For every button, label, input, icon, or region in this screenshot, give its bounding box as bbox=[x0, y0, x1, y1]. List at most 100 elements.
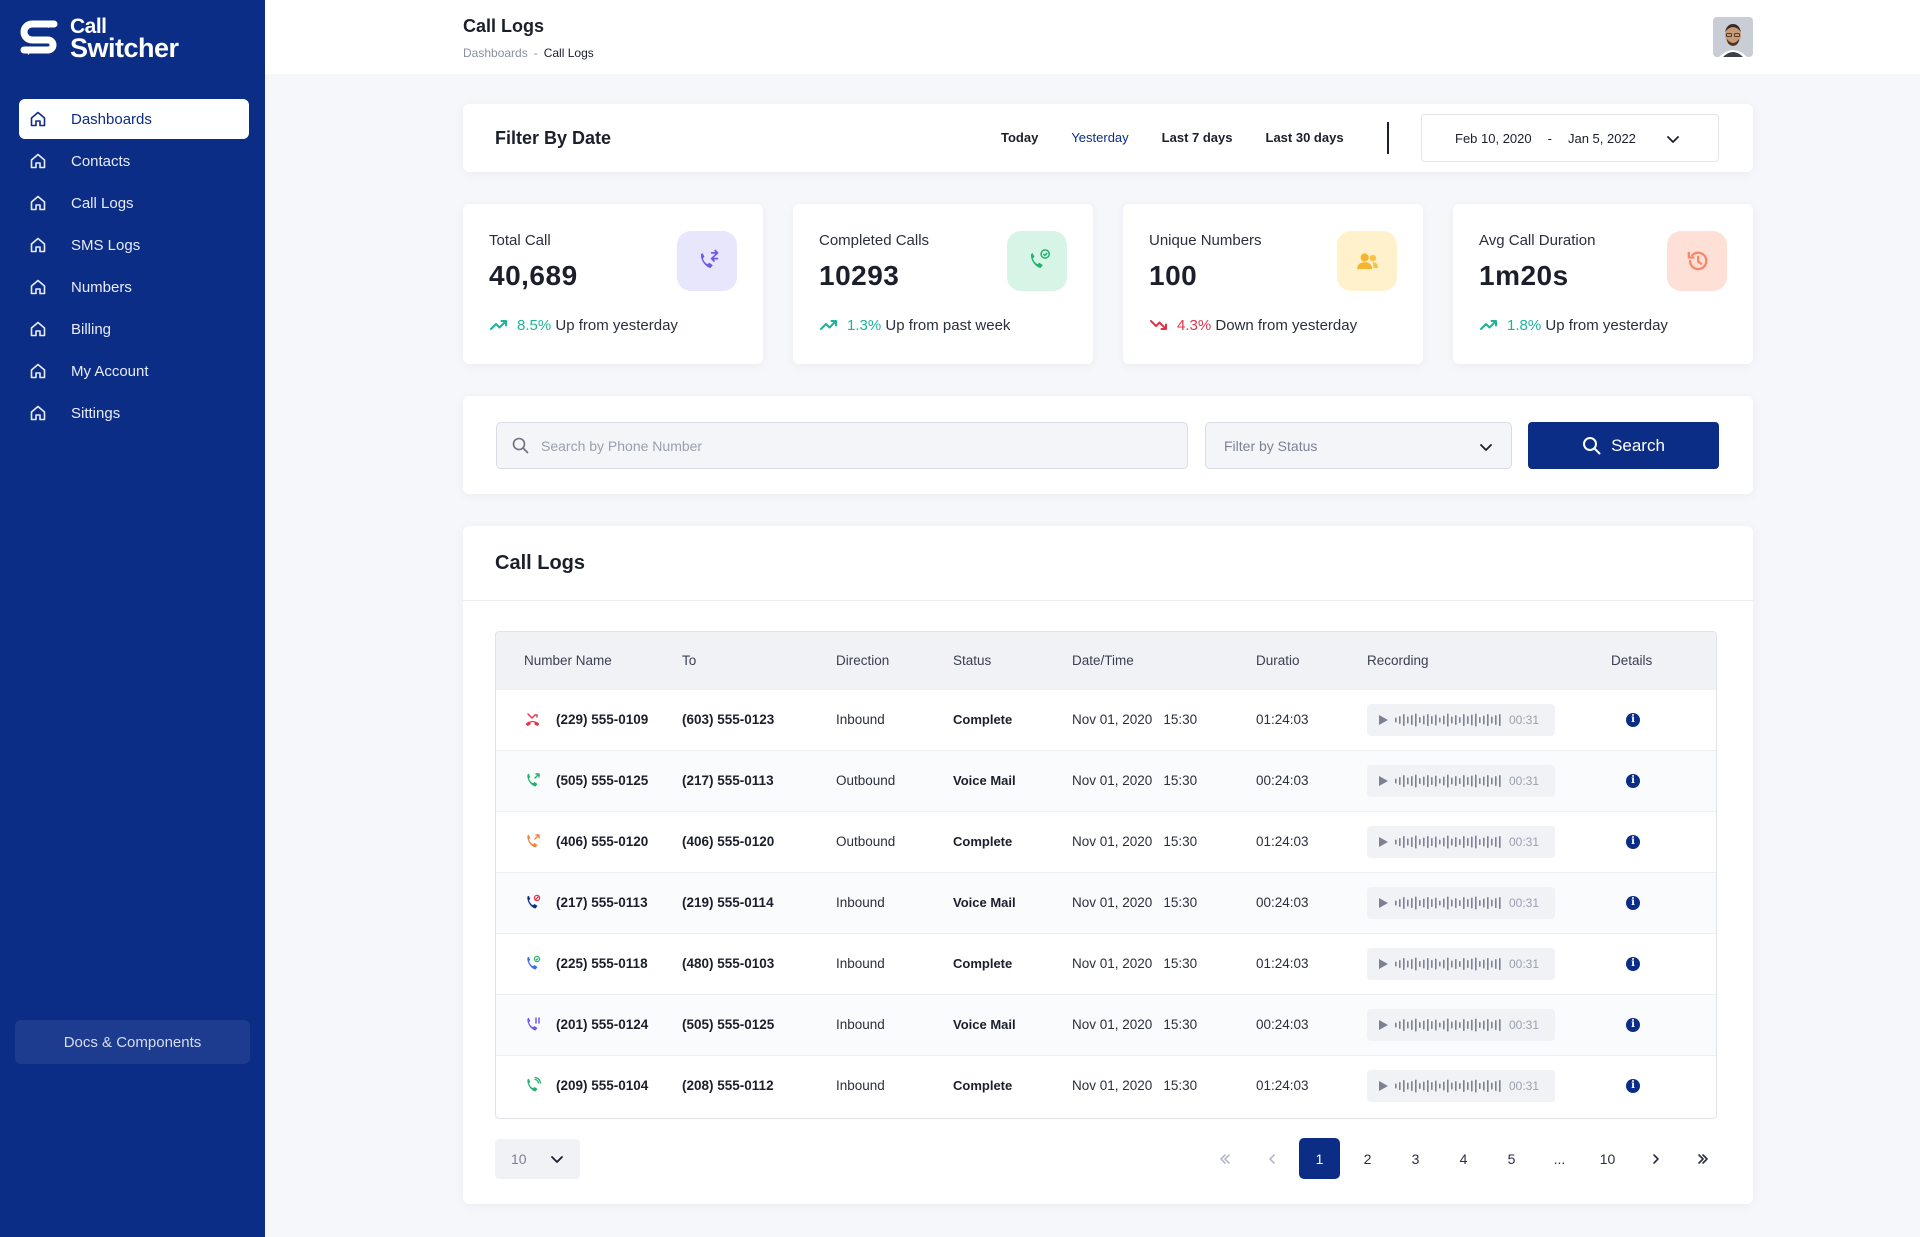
page-5-button[interactable]: 5 bbox=[1491, 1138, 1532, 1179]
cell-datetime: Nov 01, 2020 15:30 bbox=[1072, 872, 1256, 933]
table-row[interactable]: (229) 555-0109 (603) 555-0123 Inbound Compl… bbox=[496, 689, 1716, 750]
search-button-label: Search bbox=[1611, 435, 1665, 455]
info-icon[interactable]: i bbox=[1626, 895, 1640, 910]
cell-number: (201) 555-0124 bbox=[496, 994, 682, 1055]
trend-up-icon bbox=[490, 320, 507, 330]
info-icon[interactable]: i bbox=[1626, 712, 1640, 727]
sidebar-item-label: Call Logs bbox=[71, 194, 134, 212]
sidebar-item-sms-logs[interactable]: SMS Logs bbox=[19, 225, 249, 265]
play-icon[interactable] bbox=[1377, 1080, 1389, 1092]
outgoing-call-icon bbox=[527, 773, 540, 787]
table-row[interactable]: (505) 555-0125 (217) 555-0113 Outbound Voic… bbox=[496, 750, 1716, 811]
page-4-button[interactable]: 4 bbox=[1443, 1138, 1484, 1179]
range-today-button[interactable]: Today bbox=[1001, 130, 1038, 145]
home-icon bbox=[30, 363, 46, 379]
waveform-icon bbox=[1395, 1079, 1501, 1093]
play-icon[interactable] bbox=[1377, 836, 1389, 848]
recording-player[interactable]: 00:31 bbox=[1367, 703, 1555, 736]
search-button[interactable]: Search bbox=[1528, 422, 1719, 469]
cell-direction: Inbound bbox=[836, 712, 885, 727]
recording-time: 00:31 bbox=[1509, 895, 1540, 910]
page-1-button[interactable]: 1 bbox=[1299, 1138, 1340, 1179]
cell-recording: 00:31 bbox=[1367, 872, 1611, 933]
page-10-button[interactable]: 10 bbox=[1587, 1138, 1628, 1179]
info-icon[interactable]: i bbox=[1626, 956, 1640, 971]
play-icon[interactable] bbox=[1377, 958, 1389, 970]
date-range-picker[interactable]: Feb 10, 2020 - Jan 5, 2022 bbox=[1421, 114, 1719, 162]
from-number: (505) 555-0125 bbox=[556, 773, 649, 788]
table-row[interactable]: (217) 555-0113 (219) 555-0114 Inbound Voice… bbox=[496, 872, 1716, 933]
call-time: 15:30 bbox=[1163, 956, 1198, 971]
stat-label: Total Call bbox=[489, 232, 551, 249]
sidebar-item-billing[interactable]: Billing bbox=[19, 309, 249, 349]
cell-recording: 00:31 bbox=[1367, 811, 1611, 872]
cell-status: Complete bbox=[953, 956, 1013, 971]
top-bar bbox=[265, 0, 1920, 74]
range-yesterday-button[interactable]: Yesterday bbox=[1071, 130, 1128, 145]
phone-check-icon bbox=[1030, 249, 1051, 268]
table-row[interactable]: (406) 555-0120 (406) 555-0120 Outbound Comp… bbox=[496, 811, 1716, 872]
sidebar-item-numbers[interactable]: Numbers bbox=[19, 267, 249, 307]
sidebar-item-sittings[interactable]: Sittings bbox=[19, 393, 249, 433]
page-3-button[interactable]: 3 bbox=[1395, 1138, 1436, 1179]
stat-trend: 4.3% Down from yesterday bbox=[1149, 316, 1357, 334]
sidebar-item-label: Numbers bbox=[71, 278, 132, 296]
trend-up-icon bbox=[820, 320, 837, 330]
sidebar-item-call-logs[interactable]: Call Logs bbox=[19, 183, 249, 223]
trend-down-icon bbox=[1150, 320, 1167, 330]
recording-player[interactable]: 00:31 bbox=[1367, 764, 1555, 797]
recording-player[interactable]: 00:31 bbox=[1367, 825, 1555, 858]
docs-components-button[interactable]: Docs & Components bbox=[15, 1020, 250, 1064]
column-header: Details bbox=[1611, 652, 1653, 668]
info-icon[interactable]: i bbox=[1626, 834, 1640, 849]
search-field[interactable] bbox=[496, 422, 1188, 469]
info-icon[interactable]: i bbox=[1626, 1078, 1640, 1093]
call-date: Nov 01, 2020 bbox=[1072, 1017, 1153, 1032]
sidebar-item-label: Contacts bbox=[71, 152, 131, 170]
call-time: 15:30 bbox=[1163, 895, 1198, 910]
status-filter-select[interactable]: Filter by Status bbox=[1205, 422, 1512, 469]
prev-page-icon bbox=[1268, 1153, 1275, 1164]
range-last-30-days-button[interactable]: Last 30 days bbox=[1266, 130, 1344, 145]
play-icon[interactable] bbox=[1377, 1019, 1389, 1031]
cell-details: i bbox=[1611, 689, 1716, 750]
info-icon[interactable]: i bbox=[1626, 1017, 1640, 1032]
prev-page-button[interactable] bbox=[1251, 1138, 1292, 1179]
play-icon[interactable] bbox=[1377, 897, 1389, 909]
table-row[interactable]: (209) 555-0104 (208) 555-0112 Inbound Compl… bbox=[496, 1055, 1716, 1116]
call-logs-table: Number Name To Direction Status Date/Time Dur… bbox=[496, 632, 1716, 1116]
table-row[interactable]: (225) 555-0118 (480) 555-0103 Inbound Compl… bbox=[496, 933, 1716, 994]
first-page-button[interactable] bbox=[1203, 1138, 1244, 1179]
info-icon[interactable]: i bbox=[1626, 773, 1640, 788]
recording-player[interactable]: 00:31 bbox=[1367, 1069, 1555, 1102]
column-header: To bbox=[682, 652, 697, 668]
next-page-button[interactable] bbox=[1635, 1138, 1676, 1179]
logo[interactable]: Call Switcher bbox=[18, 16, 179, 62]
avatar[interactable] bbox=[1713, 17, 1753, 57]
table-row[interactable]: (201) 555-0124 (505) 555-0125 Inbound Voice… bbox=[496, 994, 1716, 1055]
sidebar-item-my-account[interactable]: My Account bbox=[19, 351, 249, 391]
waveform-icon bbox=[1395, 957, 1501, 970]
breadcrumb-dashboards[interactable]: Dashboards bbox=[463, 46, 528, 60]
next-page-icon bbox=[1652, 1153, 1659, 1164]
search-input[interactable] bbox=[541, 437, 1161, 454]
sidebar-item-contacts[interactable]: Contacts bbox=[19, 141, 249, 181]
play-icon[interactable] bbox=[1377, 714, 1389, 726]
range-last-7-days-button[interactable]: Last 7 days bbox=[1162, 130, 1233, 145]
users-icon bbox=[1357, 253, 1379, 270]
stat-label: Completed Calls bbox=[819, 232, 930, 249]
page-title: Call Logs bbox=[463, 16, 545, 36]
play-icon[interactable] bbox=[1377, 775, 1389, 787]
sidebar-item-dashboards[interactable]: Dashboards bbox=[19, 99, 249, 139]
stat-card-completed-calls: Completed Calls 10293 1.3% Up from past we… bbox=[793, 204, 1093, 364]
stat-value: 1m20s bbox=[1479, 260, 1569, 291]
recording-player[interactable]: 00:31 bbox=[1367, 886, 1555, 919]
rows-per-page-select[interactable]: 10 bbox=[495, 1139, 580, 1179]
call-logs-title: Call Logs bbox=[495, 552, 586, 574]
divider bbox=[463, 600, 1753, 601]
page-2-button[interactable]: 2 bbox=[1347, 1138, 1388, 1179]
recording-player[interactable]: 00:31 bbox=[1367, 1008, 1555, 1041]
last-page-button[interactable] bbox=[1683, 1138, 1724, 1179]
cell-details: i bbox=[1611, 1055, 1716, 1116]
recording-player[interactable]: 00:31 bbox=[1367, 947, 1555, 980]
